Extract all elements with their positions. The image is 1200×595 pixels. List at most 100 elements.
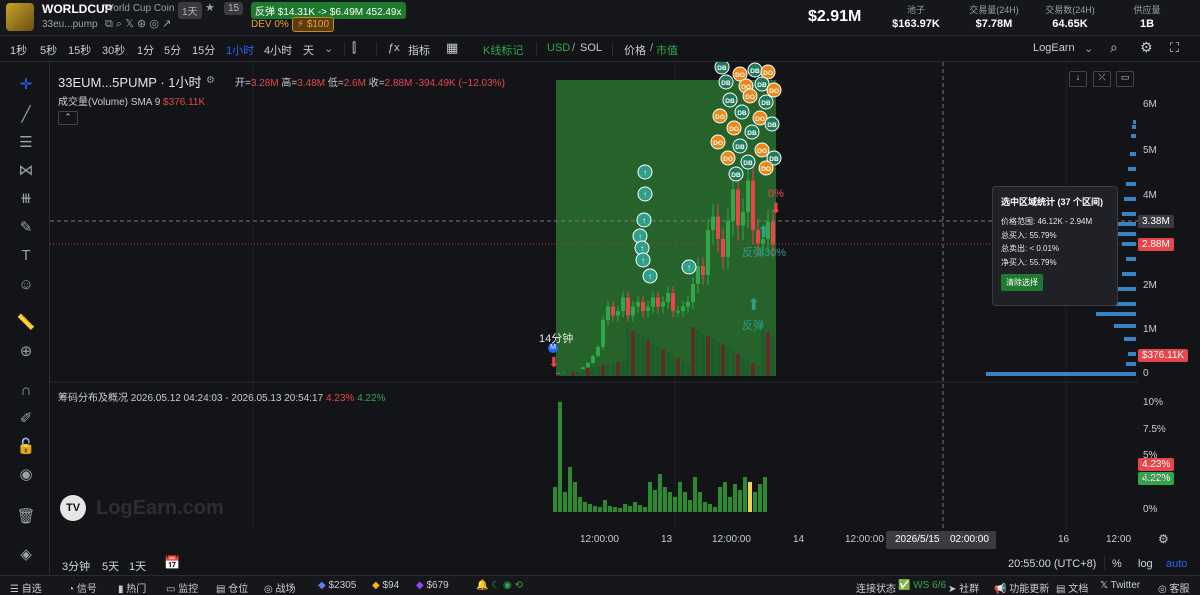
token-address[interactable]: 33eu...pump <box>42 19 98 30</box>
projection-icon[interactable]: ⧻ <box>15 188 37 210</box>
interval-1d[interactable]: 天 <box>303 42 314 58</box>
magnet-icon[interactable]: ∩ <box>15 380 37 402</box>
buy-marker-arrow: ↑ <box>687 263 691 272</box>
footer-docs[interactable]: ▤ 文档 <box>1056 580 1088 595</box>
percent-toggle[interactable]: % <box>1112 558 1122 570</box>
range-3m[interactable]: 3分钟 <box>62 558 90 574</box>
buy-marker-arrow: ↑ <box>648 272 652 281</box>
log-toggle[interactable]: log <box>1138 558 1153 570</box>
tv-logo-icon[interactable]: TV <box>60 495 86 521</box>
star-icon[interactable]: ★ <box>205 1 215 14</box>
indicator-icon[interactable]: ƒx <box>388 42 400 54</box>
emoji-icon[interactable]: ☺ <box>15 274 37 296</box>
interval-1m[interactable]: 1分 <box>137 42 154 58</box>
chart-area[interactable]: DB DO DB DO DB DO DB DO DB DO DB DO DB DO DB DO DB DO DB DO… <box>50 62 1138 530</box>
bounty-value: $100 <box>306 19 330 30</box>
interval-15s[interactable]: 15秒 <box>68 42 91 58</box>
chart-canvas[interactable]: DBDODB DODBDO DBDODBDODBDODBDODBDODBDODBDO… <box>50 62 1138 530</box>
search-icon[interactable]: ⌕ <box>1110 39 1118 56</box>
price-axis[interactable]: 6M 5M 4M 3.38M 2.88M 2M 1M $376.11K 0 10… <box>1138 62 1200 530</box>
collapse-panes-icon[interactable]: ⤫ <box>1093 71 1111 87</box>
auto-toggle[interactable]: auto <box>1166 558 1187 570</box>
interval-30s[interactable]: 30秒 <box>102 42 125 58</box>
interval-more-icon[interactable]: ⌄ <box>324 42 333 55</box>
candle <box>701 266 705 275</box>
fib-icon[interactable]: ☰ <box>15 132 37 154</box>
footer-update-label: 功能更新 <box>1009 584 1050 595</box>
trash-icon[interactable]: 🗑 <box>15 506 37 528</box>
time-axis[interactable]: 12:00:00 13 12:00:00 14 12:00:00 2026/5/… <box>50 530 1200 550</box>
pattern-icon[interactable]: ⋈ <box>15 160 37 182</box>
interval-1s[interactable]: 1秒 <box>10 42 27 58</box>
rebound-pct: 452.49x <box>365 7 402 18</box>
interval-4h[interactable]: 4小时 <box>264 42 292 58</box>
interval-5s[interactable]: 5秒 <box>40 42 57 58</box>
gear-icon[interactable]: ⚙ <box>1140 39 1153 56</box>
volume-bar <box>631 331 635 376</box>
footer-update[interactable]: 📢 功能更新 <box>994 580 1049 595</box>
bubble-label: DO <box>713 140 723 147</box>
divider <box>376 42 377 56</box>
brush-icon[interactable]: ✎ <box>15 217 37 239</box>
chip-bar <box>628 506 632 512</box>
footer-battlefield[interactable]: ◎ 战场 <box>264 580 296 595</box>
clear-selection-button[interactable]: 清除选择 <box>1001 274 1043 291</box>
interval-5m[interactable]: 5分 <box>164 42 181 58</box>
collapse-icon[interactable]: ⌃ <box>58 111 78 125</box>
footer-community[interactable]: ➤ 社群 <box>948 580 979 595</box>
candle <box>636 302 640 307</box>
logearn-select[interactable]: LogEarn <box>1033 42 1075 54</box>
kline-mark-button[interactable]: K线标记 <box>483 42 523 58</box>
eye-icon[interactable]: ◉ <box>15 464 37 486</box>
layout-grid-icon[interactable]: ▦ <box>446 40 458 56</box>
range-5d[interactable]: 5天 <box>102 558 119 574</box>
ruler-icon[interactable]: 📏 <box>15 312 37 334</box>
candle-type-icon[interactable]: ⫿ <box>352 40 356 56</box>
footer-position[interactable]: ▤ 仓位 <box>216 580 248 595</box>
zoom-icon[interactable]: ⊕ <box>15 341 37 363</box>
marker-m-badge[interactable]: M <box>548 343 558 353</box>
fullscreen-icon[interactable]: ⛶ <box>1170 40 1179 56</box>
trendline-icon[interactable]: ╱ <box>15 104 37 126</box>
footer-quick-icons[interactable]: 🔔 ☾ ◉ ⟲ <box>476 580 523 591</box>
volume-bar <box>686 364 690 376</box>
price-toggle[interactable]: 价格 <box>624 42 646 58</box>
footer-twitter[interactable]: 𝕏 Twitter <box>1100 580 1140 591</box>
lock-draw-icon[interactable]: ✐ <box>15 408 37 430</box>
social-icons[interactable]: ⧉ ⌕ 𝕏 ⊛ ◎ ↗ <box>105 17 171 31</box>
footer-hot[interactable]: ▮ 热门 <box>118 580 146 595</box>
mcap-toggle[interactable]: 市值 <box>656 42 678 58</box>
footer-support[interactable]: ◎ 客服 <box>1158 580 1190 595</box>
footer-signal[interactable]: ◔ 信号 <box>68 580 97 595</box>
calendar-icon[interactable]: 📅 <box>164 555 180 571</box>
footer-watchlist[interactable]: ☰ 自选 <box>10 580 42 595</box>
bubble-label: DO <box>769 88 779 95</box>
xtick-1: 12:00:00 <box>580 534 619 545</box>
ytick-6m: 6M <box>1143 99 1157 110</box>
chevron-down-icon[interactable]: ⌄ <box>1084 42 1093 55</box>
layers-icon[interactable]: ◈ <box>15 544 37 566</box>
crosshair-icon[interactable]: ✛ <box>15 74 37 96</box>
volume-bar <box>591 367 595 376</box>
clock[interactable]: 20:55:00 (UTC+8) <box>1008 558 1096 570</box>
interval-15m[interactable]: 15分 <box>192 42 215 58</box>
indicators-button[interactable]: 指标 <box>408 42 430 58</box>
volume-bar <box>726 348 730 376</box>
interval-1h[interactable]: 1小时 <box>226 42 254 58</box>
lock-icon[interactable]: 🔓 <box>15 436 37 458</box>
sol-toggle[interactable]: SOL <box>580 42 602 54</box>
chip-bar <box>663 487 667 512</box>
scroll-down-icon[interactable]: ↓ <box>1069 71 1087 87</box>
settings-icon[interactable]: ⚙ <box>206 75 215 86</box>
maximize-icon[interactable]: ▭ <box>1116 71 1134 87</box>
text-icon[interactable]: T <box>15 245 37 267</box>
candle <box>611 306 615 316</box>
range-1d[interactable]: 1天 <box>129 558 146 574</box>
token-avatar[interactable] <box>6 3 34 31</box>
chart-title: 33EUM...5PUMP · 1小时 <box>58 75 202 90</box>
footer-monitor[interactable]: ▭ 监控 <box>166 580 198 595</box>
xtick-5: 12:00:00 <box>845 534 884 545</box>
axis-settings-icon[interactable]: ⚙ <box>1158 532 1169 546</box>
usd-toggle[interactable]: USD <box>547 42 570 54</box>
bounty-badge[interactable]: ⚡ $100 <box>292 17 335 32</box>
